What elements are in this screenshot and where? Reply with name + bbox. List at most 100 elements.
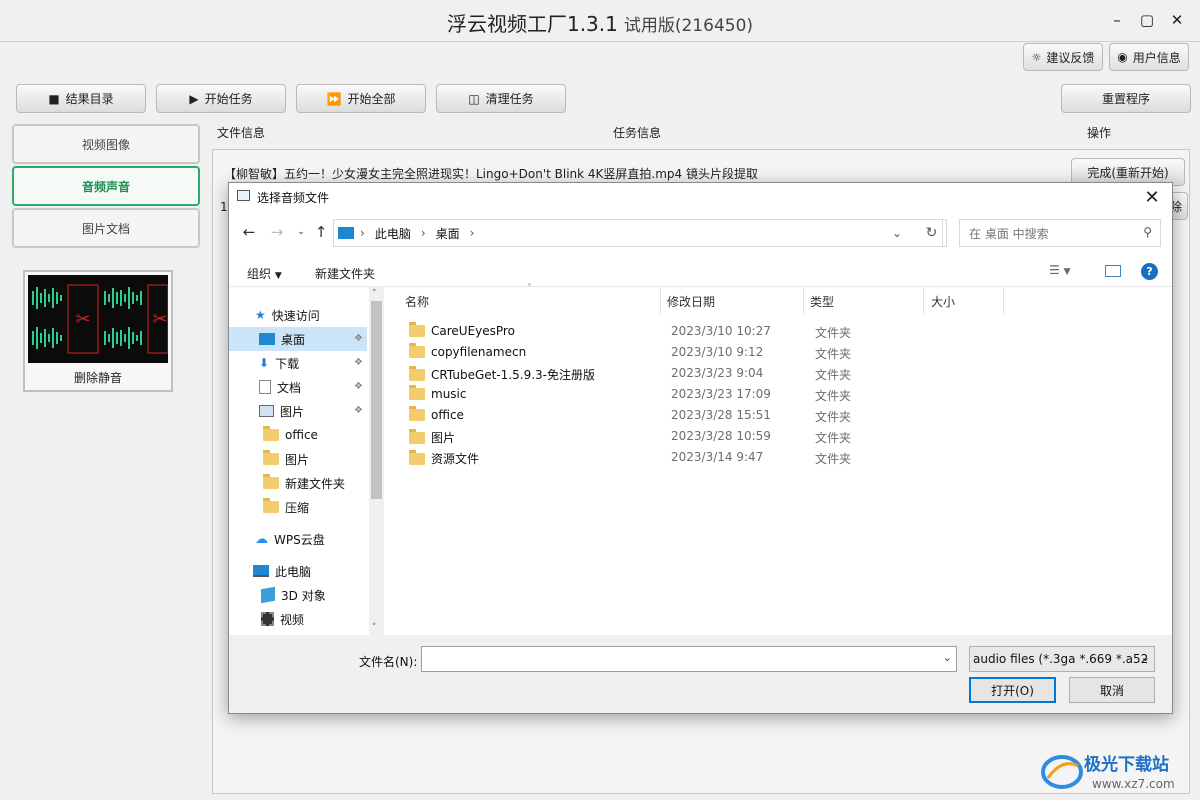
chevron-right-icon: › — [420, 226, 426, 240]
fast-forward-icon: ⏩ — [326, 91, 342, 106]
breadcrumb-desktop[interactable]: 桌面 — [436, 225, 460, 242]
svg-text:✂: ✂ — [152, 309, 167, 330]
back-arrow-icon[interactable]: ← — [239, 221, 259, 243]
sidebar-item-video[interactable]: 视频图像 — [12, 124, 200, 164]
file-name: office — [431, 408, 464, 422]
nav-downloads[interactable]: ⬇ 下载 ❖ — [229, 351, 367, 375]
column-size[interactable]: 大小 — [931, 287, 955, 315]
user-info-button[interactable]: ◉ 用户信息 — [1109, 43, 1189, 71]
cancel-button[interactable]: 取消 — [1069, 677, 1155, 703]
open-button[interactable]: 打开(O) — [969, 677, 1056, 703]
address-bar[interactable]: › 此电脑 › 桌面 › ⌄ — [333, 219, 943, 247]
reset-program-button[interactable]: 重置程序 — [1061, 84, 1191, 113]
folder-icon — [263, 474, 279, 489]
forward-arrow-icon[interactable]: → — [267, 221, 287, 243]
sidebar-item-documents[interactable]: 图片文档 — [12, 208, 200, 248]
help-icon[interactable]: ? — [1141, 263, 1158, 280]
pin-icon[interactable]: ❖ — [354, 405, 363, 416]
file-date: 2023/3/10 9:12 — [671, 345, 764, 359]
folder-icon — [409, 322, 425, 337]
scroll-down-icon[interactable]: ˅ — [372, 623, 377, 633]
file-type: 文件夹 — [815, 389, 852, 403]
close-icon[interactable]: ✕ — [1162, 8, 1192, 32]
star-icon: ★ — [255, 308, 266, 322]
column-type[interactable]: 类型 — [810, 287, 834, 315]
nav-folder-new[interactable]: 新建文件夹 — [229, 471, 367, 495]
feedback-button[interactable]: ☼ 建议反馈 — [1023, 43, 1103, 71]
nav-scrollbar[interactable]: ˄ ˅ — [369, 287, 384, 635]
sidebar-item-audio[interactable]: 音频声音 — [12, 166, 200, 206]
organize-menu[interactable]: 组织 ▼ — [247, 265, 282, 282]
maximize-icon[interactable]: ▢ — [1132, 8, 1162, 32]
nav-documents[interactable]: 文档 ❖ — [229, 375, 367, 399]
nav-desktop[interactable]: 桌面 ❖ — [229, 327, 367, 351]
folder-icon — [263, 498, 279, 513]
recent-locations-icon[interactable]: ⌄ — [291, 221, 311, 243]
breadcrumb-this-pc[interactable]: 此电脑 — [375, 225, 411, 242]
file-name: 资源文件 — [431, 452, 480, 466]
folder-icon — [409, 428, 425, 444]
nav-label: WPS云盘 — [274, 532, 325, 547]
refresh-icon[interactable]: ↻ — [917, 219, 947, 247]
preview-pane-icon[interactable] — [1105, 265, 1121, 277]
chevron-down-icon[interactable]: ⌄ — [892, 226, 902, 240]
file-row[interactable]: music 2023/3/23 17:09 文件夹 — [409, 384, 1109, 405]
dialog-footer: 文件名(N): ⌄ audio files (*.3ga *.669 *.a52… — [229, 635, 1172, 713]
minimize-icon[interactable]: – — [1102, 8, 1132, 32]
new-folder-button[interactable]: 新建文件夹 — [315, 265, 375, 282]
dialog-close-icon[interactable]: ✕ — [1138, 185, 1166, 209]
organize-label: 组织 — [247, 267, 272, 281]
pin-icon[interactable]: ❖ — [354, 333, 363, 344]
task-index: 1 — [220, 200, 228, 214]
view-options-icon[interactable]: ☰ ▼ — [1049, 263, 1071, 277]
nav-quick-access[interactable]: ★ 快速访问 — [229, 303, 367, 327]
result-dir-button[interactable]: ■ 结果目录 — [16, 84, 146, 113]
pin-icon[interactable]: ❖ — [354, 357, 363, 368]
nav-videos[interactable]: 视频 — [229, 607, 367, 631]
file-date: 2023/3/10 10:27 — [671, 324, 771, 338]
file-row[interactable]: office 2023/3/28 15:51 文件夹 — [409, 405, 1109, 426]
nav-wps-cloud[interactable]: ☁ WPS云盘 — [229, 527, 367, 551]
clear-tasks-label: 清理任务 — [485, 92, 534, 106]
nav-3d-objects[interactable]: 3D 对象 — [229, 583, 367, 607]
file-type-value: audio files (*.3ga *.669 *.a52 — [973, 652, 1149, 666]
nav-folder-office[interactable]: office — [229, 423, 367, 447]
file-row[interactable]: 图片 2023/3/28 10:59 文件夹 — [409, 426, 1109, 447]
start-task-button[interactable]: ▶ 开始任务 — [156, 84, 286, 113]
scrollbar-thumb[interactable] — [371, 301, 382, 499]
dialog-window-icon — [237, 190, 250, 201]
nav-this-pc[interactable]: 此电脑 — [229, 559, 367, 583]
start-all-button[interactable]: ⏩ 开始全部 — [296, 84, 426, 113]
sidebar-item-label: 音频声音 — [81, 179, 130, 194]
nav-label: 3D 对象 — [281, 588, 326, 603]
filename-input[interactable]: ⌄ — [421, 646, 957, 672]
nav-label: 此电脑 — [275, 564, 312, 579]
nav-label: 新建文件夹 — [285, 476, 346, 491]
document-icon — [259, 380, 271, 394]
remove-silence-card[interactable]: ✂ ✂ 删除静音 — [23, 270, 173, 392]
result-dir-label: 结果目录 — [65, 92, 114, 106]
user-info-label: 用户信息 — [1132, 50, 1181, 65]
scroll-up-icon[interactable]: ˄ — [372, 289, 377, 299]
search-input[interactable]: 在 桌面 中搜索 ⚲ — [959, 219, 1161, 247]
file-type-select[interactable]: audio files (*.3ga *.669 *.a52 ⌄ — [969, 646, 1155, 672]
file-name: 图片 — [431, 431, 456, 445]
restart-task-label: 完成(重新开始) — [1087, 165, 1169, 180]
chevron-down-icon[interactable]: ⌄ — [943, 651, 952, 664]
nav-label: 下载 — [275, 356, 300, 371]
file-row[interactable]: 资源文件 2023/3/14 9:47 文件夹 — [409, 447, 1109, 468]
clear-tasks-button[interactable]: ◫ 清理任务 — [436, 84, 566, 113]
nav-folder-compressed[interactable]: 压缩 — [229, 495, 367, 519]
file-row[interactable]: CRTubeGet-1.5.9.3-免注册版 2023/3/23 9:04 文件… — [409, 363, 1109, 384]
file-type: 文件夹 — [815, 410, 852, 424]
column-date[interactable]: 修改日期 — [667, 287, 715, 315]
pin-icon[interactable]: ❖ — [354, 381, 363, 392]
column-name[interactable]: 名称 — [405, 287, 429, 315]
up-arrow-icon[interactable]: ↑ — [311, 221, 331, 243]
nav-pictures[interactable]: 图片 ❖ — [229, 399, 367, 423]
file-row[interactable]: copyfilenamecn 2023/3/10 9:12 文件夹 — [409, 342, 1109, 363]
nav-folder-pictures[interactable]: 图片 — [229, 447, 367, 471]
video-icon — [261, 612, 274, 626]
computer-icon — [253, 565, 269, 577]
file-row[interactable]: CareUEyesPro 2023/3/10 10:27 文件夹 — [409, 321, 1109, 342]
